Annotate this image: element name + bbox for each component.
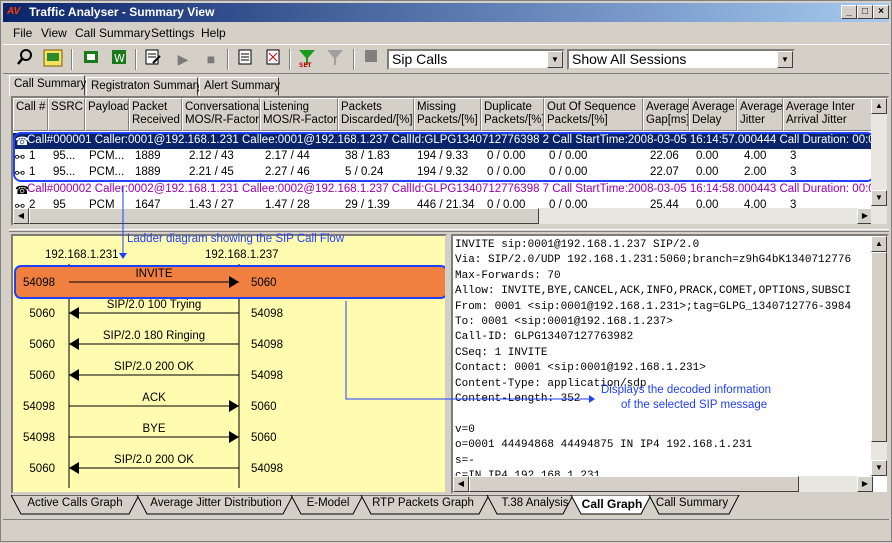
tab-e-model[interactable]: E-Model [301, 495, 355, 514]
tab-average-jitter-distribution[interactable]: Average Jitter Distribution [147, 495, 285, 514]
tab-call-summary-graph[interactable]: Call Summary [655, 495, 729, 514]
main-window: AV Traffic Analyser - Summary View _ □ ×… [0, 0, 892, 542]
detail-annotation-line2: of the selected SIP message [621, 399, 768, 411]
tab-active-calls-graph[interactable]: Active Calls Graph [21, 495, 129, 514]
tab-rtp-packets-graph[interactable]: RTP Packets Graph [367, 495, 479, 514]
status-bar [3, 519, 889, 539]
annotation-overlay [119, 186, 595, 403]
annotation-arrow [345, 301, 591, 400]
tab-call-graph[interactable]: Call Graph [579, 495, 645, 514]
ladder-annotation: Ladder diagram showing the SIP Call Flow [127, 233, 345, 245]
tab-call-summary[interactable]: Call Summary [9, 75, 86, 96]
tab-t38-analysis[interactable]: T.38 Analysis [493, 495, 577, 514]
detail-annotation-line1: Displays the decoded information [601, 384, 772, 396]
graph-tabs: Active Calls Graph Average Jitter Distri… [11, 495, 791, 515]
annotation-arrow [589, 395, 595, 403]
annotation-arrow [119, 253, 127, 259]
